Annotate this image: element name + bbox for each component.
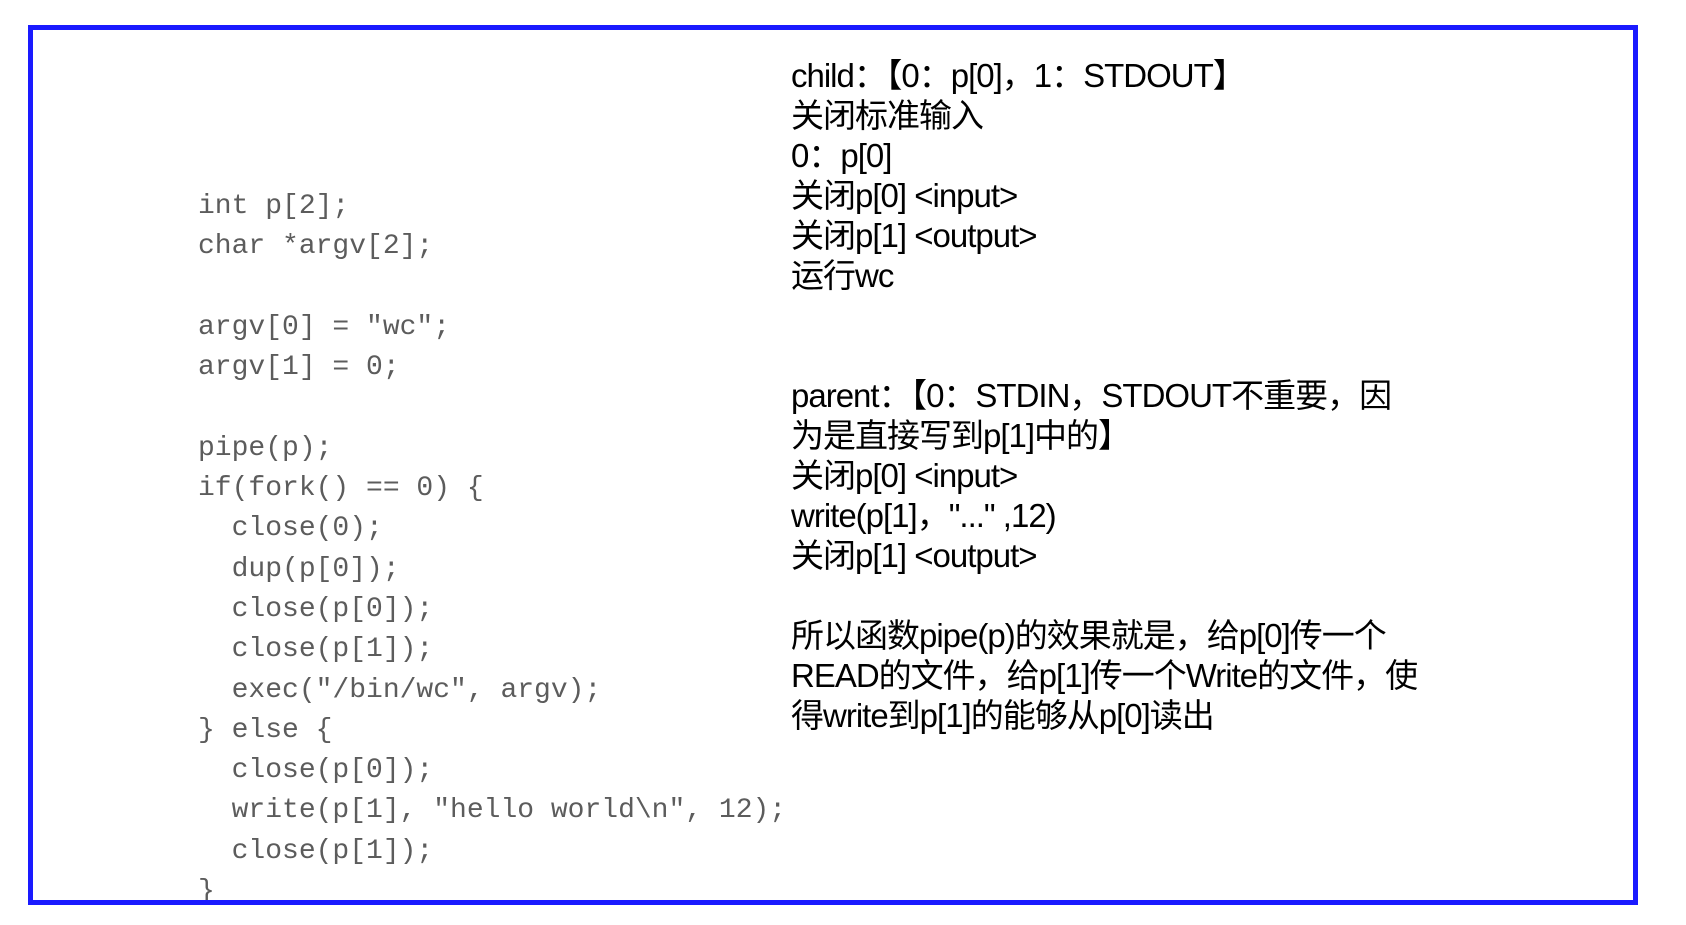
child-note-line: 关闭p[1] <output> [791, 217, 1038, 254]
code-line: pipe(p); [198, 432, 333, 464]
parent-notes: parent：【0：STDIN，STDOUT不重要，因 为是直接写到p[1]中的… [791, 376, 1491, 576]
code-line: close(p[1]); [198, 835, 434, 867]
code-line: argv[1] = 0; [198, 352, 400, 384]
summary-note-line: READ的文件，给p[1]传一个Write的文件，使 [791, 657, 1418, 694]
child-note-line: 关闭p[0] <input> [791, 177, 1018, 214]
child-note-line: 运行wc [791, 257, 894, 294]
code-line: exec("/bin/wc", argv); [198, 674, 602, 706]
child-note-line: 关闭标准输入 [791, 97, 984, 134]
parent-note-heading: parent：【0：STDIN，STDOUT不重要，因 [791, 377, 1392, 414]
code-line: write(p[1], "hello world\n", 12); [198, 795, 787, 827]
child-note-line: 0：p[0] [791, 137, 892, 174]
slide-frame: int p[2]; char *argv[2]; argv[0] = "wc"; ar… [28, 25, 1638, 905]
code-line: char *argv[2]; [198, 231, 434, 263]
code-line: } [198, 876, 215, 905]
summary-notes: 所以函数pipe(p)的效果就是，给p[0]传一个 READ的文件，给p[1]传… [791, 616, 1491, 736]
summary-note-line: 得write到p[1]的能够从p[0]读出 [791, 697, 1215, 734]
code-line: close(p[1]); [198, 634, 434, 666]
code-block: int p[2]; char *argv[2]; argv[0] = "wc"; ar… [198, 187, 787, 905]
code-line: if(fork() == 0) { [198, 473, 484, 505]
child-note-heading: child：【0：p[0]，1：STDOUT】 [791, 57, 1246, 94]
summary-note-line: 所以函数pipe(p)的效果就是，给p[0]传一个 [791, 617, 1387, 654]
child-notes: child：【0：p[0]，1：STDOUT】 关闭标准输入 0：p[0] 关闭… [791, 56, 1491, 296]
code-line: close(0); [198, 513, 383, 545]
parent-note-line: 关闭p[1] <output> [791, 537, 1038, 574]
parent-note-line: write(p[1]，"..." ,12) [791, 497, 1057, 534]
code-line: close(p[0]); [198, 593, 434, 625]
code-line: } else { [198, 714, 333, 746]
code-line: int p[2]; [198, 191, 350, 222]
annotation-notes: child：【0：p[0]，1：STDOUT】 关闭标准输入 0：p[0] 关闭… [791, 56, 1491, 736]
code-line: close(p[0]); [198, 755, 434, 787]
parent-note-line: 为是直接写到p[1]中的】 [791, 417, 1131, 454]
code-line: dup(p[0]); [198, 553, 400, 585]
parent-note-line: 关闭p[0] <input> [791, 457, 1018, 494]
code-line: argv[0] = "wc"; [198, 311, 451, 343]
